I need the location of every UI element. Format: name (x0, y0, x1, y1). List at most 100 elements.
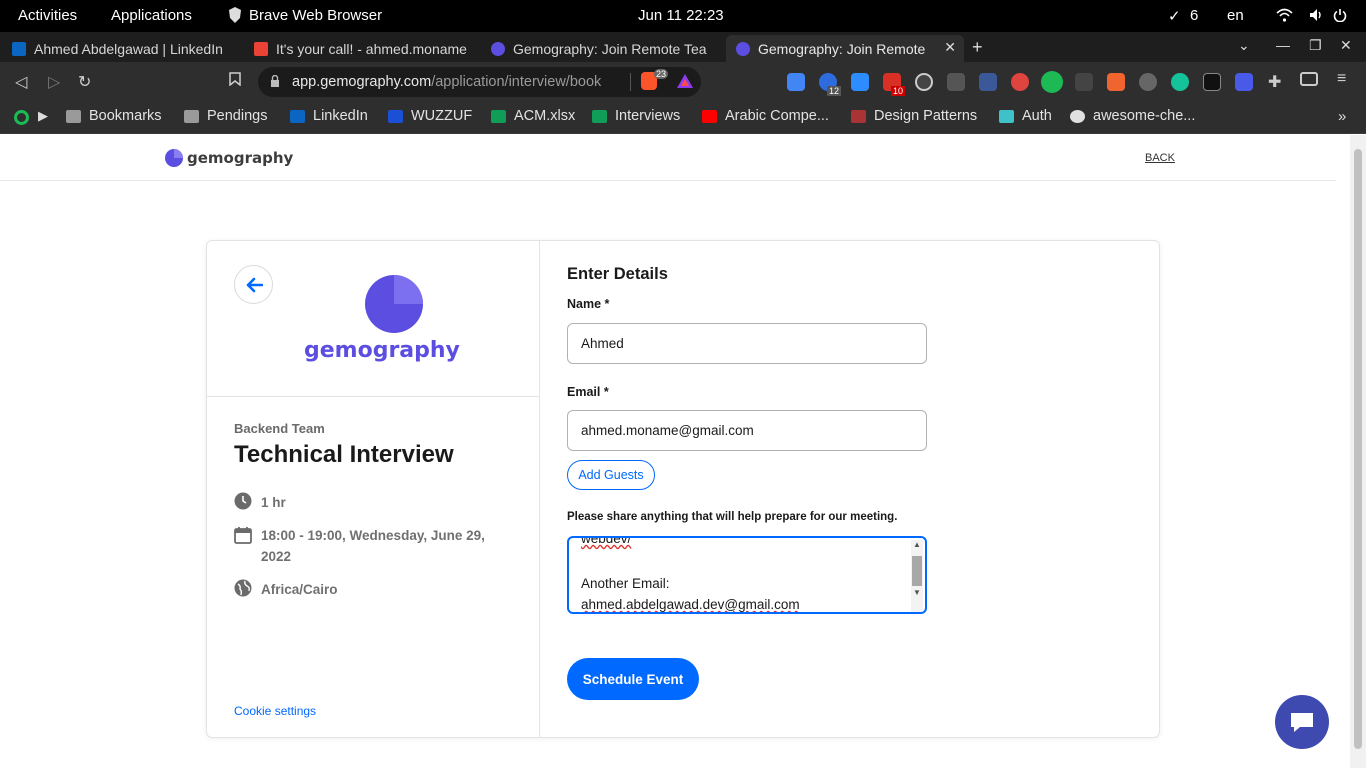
email-input[interactable]: ahmed.moname@gmail.com (567, 410, 927, 451)
tab-gemography-active[interactable]: Gemography: Join Remote ✕ (726, 35, 964, 62)
bookmark-item[interactable]: Arabic Compe... (702, 108, 829, 124)
extension-icon[interactable] (1235, 73, 1253, 91)
active-app-name[interactable]: Brave Web Browser (249, 7, 382, 24)
updates-check-icon[interactable]: ✓ (1168, 7, 1181, 25)
scroll-down-icon[interactable]: ▼ (913, 588, 921, 597)
bookmark-item[interactable]: LinkedIn (290, 108, 368, 124)
event-logo: gemography (304, 273, 460, 363)
bookmark-folder[interactable]: Bookmarks (66, 108, 162, 124)
extension-icon[interactable] (1011, 73, 1029, 91)
tab-title: Gemography: Join Remote Tea (513, 40, 707, 57)
gemography-logo-icon (165, 149, 183, 167)
scrollbar-thumb[interactable] (912, 556, 922, 586)
forward-arrow-icon[interactable]: ▷ (48, 72, 60, 92)
cube-icon (999, 109, 1014, 123)
bookmark-item[interactable]: awesome-che... (1070, 108, 1195, 124)
tab-title: It's your call! - ahmed.moname (276, 40, 467, 57)
applications-menu[interactable]: Applications (111, 7, 192, 24)
extension-icon[interactable] (1107, 73, 1125, 91)
team-name: Backend Team (234, 421, 325, 436)
extension-icon[interactable] (1139, 73, 1157, 91)
bookmark-item[interactable]: ACM.xlsx (491, 108, 575, 124)
design-patterns-icon (851, 109, 866, 123)
add-guests-button[interactable]: Add Guests (567, 460, 655, 490)
lighthouse-extension-icon[interactable] (1203, 73, 1221, 91)
menu-icon[interactable]: ≡ (1337, 70, 1346, 88)
web-page: gemography BACK gemography Backend Team … (0, 135, 1350, 768)
more-bookmarks-icon[interactable]: » (1338, 108, 1346, 125)
address-bar[interactable]: app.gemography.com/application/interview… (258, 67, 701, 97)
globe-icon (234, 579, 252, 597)
reload-icon[interactable]: ↻ (78, 72, 91, 92)
bookmark-item[interactable]: Design Patterns (851, 108, 977, 124)
bookmark-label: Arabic Compe... (725, 108, 829, 124)
page-scrollbar[interactable] (1350, 135, 1366, 768)
wifi-icon[interactable] (1276, 8, 1293, 26)
bookmark-label: Bookmarks (89, 108, 162, 124)
tab-bar: Ahmed Abdelgawad | LinkedIn It's your ca… (0, 32, 1366, 62)
name-input[interactable]: Ahmed (567, 323, 927, 364)
wallet-icon[interactable] (1300, 72, 1318, 86)
power-icon[interactable] (1333, 8, 1347, 26)
bookmark-item[interactable]: Interviews (592, 108, 680, 124)
zoom-extension-icon[interactable] (851, 73, 869, 91)
bookmark-folder[interactable]: Pendings (184, 108, 267, 124)
code-extension-icon[interactable] (947, 73, 965, 91)
textarea-scrollbar[interactable]: ▲ ▼ (911, 540, 923, 612)
url-text[interactable]: app.gemography.com/application/interview… (292, 74, 601, 90)
grammarly-extension-icon[interactable] (1171, 73, 1189, 91)
puzzle-extensions-icon[interactable]: ✚ (1268, 72, 1281, 92)
extension-icon[interactable] (1041, 71, 1063, 93)
volume-icon[interactable] (1309, 8, 1323, 26)
site-header: gemography BACK (0, 135, 1336, 181)
updates-count: 6 (1190, 7, 1199, 24)
record-extension-icon[interactable] (915, 73, 933, 91)
cookie-settings-link[interactable]: Cookie settings (234, 704, 316, 718)
extension-icon[interactable] (979, 73, 997, 91)
lock-icon[interactable] (270, 74, 280, 93)
page-scrollbar-thumb[interactable] (1354, 149, 1362, 749)
site-logo[interactable]: gemography (164, 148, 293, 168)
scroll-up-icon[interactable]: ▲ (913, 540, 921, 549)
tab-gmail[interactable]: It's your call! - ahmed.moname (244, 35, 480, 62)
linkedin-icon (12, 41, 26, 56)
maximize-button[interactable]: ❐ (1309, 37, 1322, 54)
bookmark-label: awesome-che... (1093, 108, 1196, 124)
event-logo-text: gemography (304, 338, 460, 363)
event-timezone: Africa/Cairo (261, 582, 338, 597)
site-logo-text: gemography (187, 149, 294, 167)
youtube-icon (702, 109, 717, 123)
chat-widget-button[interactable] (1275, 695, 1329, 749)
translate-extension-icon[interactable] (787, 73, 805, 91)
close-window-button[interactable]: ✕ (1340, 37, 1352, 54)
gmail-badge: 10 (891, 86, 906, 96)
activities-button[interactable]: Activities (18, 7, 77, 24)
pen-extension-icon[interactable] (1075, 73, 1093, 91)
bookmark-label: ACM.xlsx (514, 108, 576, 124)
brave-rewards-icon[interactable] (676, 73, 694, 94)
chat-bubble-icon (1291, 713, 1313, 732)
tab-list-chevron-icon[interactable]: ⌄ (1238, 37, 1250, 54)
notes-line: Another Email: (581, 576, 670, 591)
play-icon[interactable]: ▶ (38, 108, 48, 124)
language-indicator[interactable]: en (1227, 7, 1244, 24)
schedule-event-button[interactable]: Schedule Event (567, 658, 699, 700)
close-tab-icon[interactable]: ✕ (944, 39, 956, 56)
bookmark-item[interactable]: WUZZUF (388, 108, 472, 124)
clock[interactable]: Jun 11 22:23 (638, 7, 724, 24)
event-datetime-line1: 18:00 - 19:00, Wednesday, June 29, (261, 528, 485, 543)
shields-count-badge: 23 (654, 69, 669, 79)
folder-icon (184, 109, 199, 123)
tab-gemography-1[interactable]: Gemography: Join Remote Tea (481, 35, 717, 62)
new-tab-button[interactable]: + (972, 37, 983, 58)
bookmark-item[interactable]: Auth (999, 108, 1052, 124)
bookmark-page-icon[interactable] (229, 72, 241, 91)
extension-icon[interactable] (14, 110, 29, 125)
gemography-icon (491, 41, 505, 56)
back-arrow-icon[interactable]: ◁ (15, 72, 27, 92)
back-link[interactable]: BACK (1145, 152, 1175, 164)
notes-textarea[interactable]: webdev/ Another Email: ahmed.abdelgawad.… (567, 536, 927, 614)
back-button[interactable] (234, 265, 273, 304)
minimize-button[interactable]: — (1276, 37, 1290, 53)
tab-linkedin[interactable]: Ahmed Abdelgawad | LinkedIn (2, 35, 242, 62)
